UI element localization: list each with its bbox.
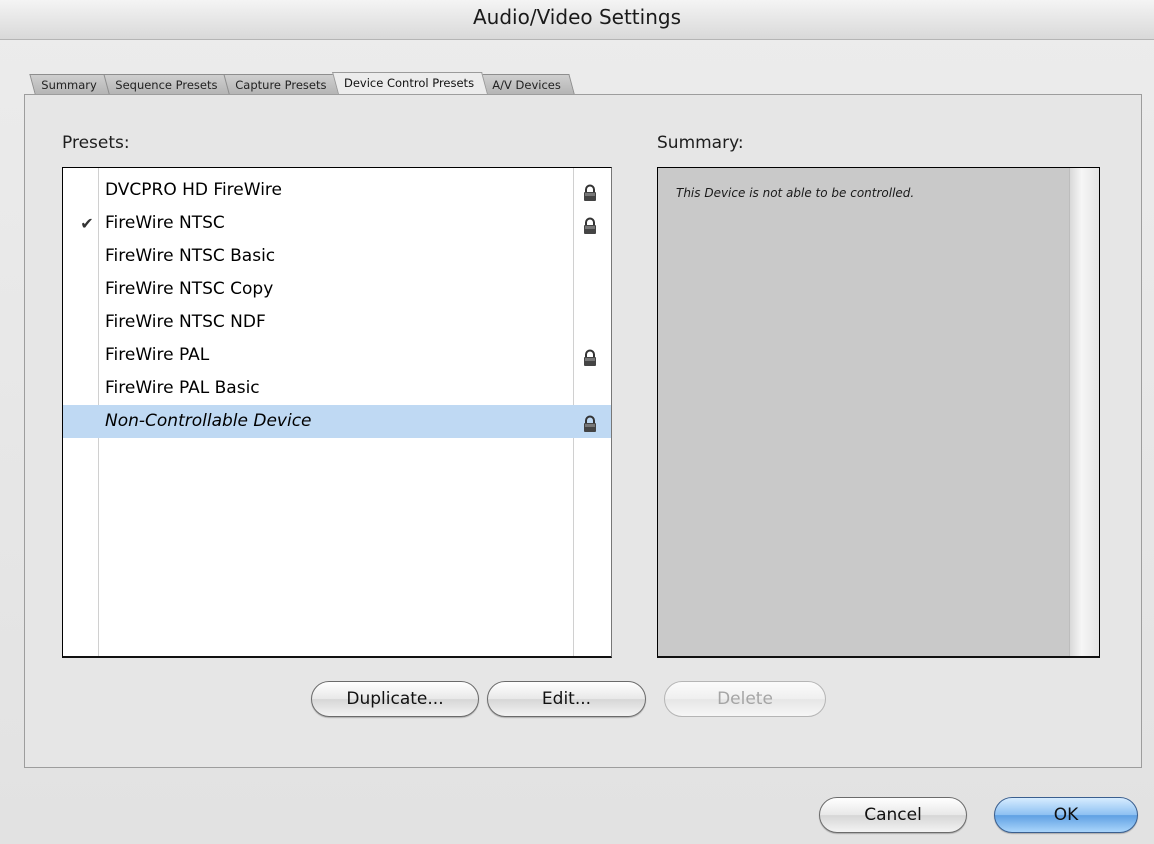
- tab-label: A/V Devices: [492, 78, 561, 92]
- summary-box: This Device is not able to be controlled…: [657, 167, 1100, 658]
- tab-summary[interactable]: Summary: [29, 74, 111, 94]
- cancel-button[interactable]: Cancel: [819, 797, 967, 833]
- preset-row[interactable]: Non-Controllable Device: [63, 405, 611, 438]
- tab-bar: Summary Sequence Presets Capture Presets De…: [29, 72, 575, 94]
- preset-row[interactable]: FireWire PAL: [63, 339, 611, 372]
- preset-row[interactable]: ✔ FireWire NTSC: [63, 207, 611, 240]
- lock-icon: [582, 214, 598, 234]
- lock-icon: [582, 181, 598, 201]
- presets-list[interactable]: DVCPRO HD FireWire ✔ FireWire NTSC FireWire…: [62, 167, 612, 658]
- summary-scrollbar[interactable]: [1069, 168, 1099, 656]
- tab-label: Sequence Presets: [114, 78, 218, 92]
- ok-button[interactable]: OK: [994, 797, 1138, 833]
- preset-name: FireWire PAL Basic: [105, 378, 260, 398]
- edit-button[interactable]: Edit...: [487, 681, 646, 717]
- tab-sequence-presets[interactable]: Sequence Presets: [102, 74, 231, 94]
- lock-icon: [582, 346, 598, 366]
- preset-name: FireWire NTSC NDF: [105, 312, 266, 332]
- preset-name: FireWire PAL: [105, 345, 210, 365]
- preset-name: DVCPRO HD FireWire: [105, 180, 282, 200]
- preset-name: FireWire NTSC Basic: [105, 246, 276, 266]
- preset-row[interactable]: FireWire NTSC Copy: [63, 273, 611, 306]
- lock-icon: [582, 412, 598, 432]
- summary-label: Summary:: [657, 133, 744, 153]
- preset-row[interactable]: DVCPRO HD FireWire: [63, 174, 611, 207]
- delete-button[interactable]: Delete: [664, 681, 826, 717]
- presets-label: Presets:: [62, 133, 130, 153]
- preset-row[interactable]: FireWire NTSC NDF: [63, 306, 611, 339]
- preset-row[interactable]: FireWire PAL Basic: [63, 372, 611, 405]
- window-title: Audio/Video Settings: [472, 5, 681, 29]
- summary-text: This Device is not able to be controlled…: [676, 186, 915, 200]
- preset-name: FireWire NTSC Copy: [105, 279, 274, 299]
- preset-name: FireWire NTSC: [105, 213, 225, 233]
- title-bar[interactable]: Audio/Video Settings: [0, 0, 1154, 40]
- preset-row[interactable]: FireWire NTSC Basic: [63, 240, 611, 273]
- checkmark-icon: ✔: [80, 214, 94, 233]
- tab-device-control-presets[interactable]: Device Control Presets: [332, 72, 489, 94]
- duplicate-button[interactable]: Duplicate...: [311, 681, 479, 717]
- preset-name: Non-Controllable Device: [105, 411, 312, 431]
- tab-capture-presets[interactable]: Capture Presets: [223, 74, 340, 94]
- tab-label: Capture Presets: [235, 78, 327, 92]
- tab-a-v-devices[interactable]: A/V Devices: [480, 74, 575, 94]
- tab-label: Device Control Presets: [344, 76, 475, 90]
- audio-video-settings-window: Audio/Video Settings Summary Sequence Pre…: [0, 0, 1154, 844]
- tab-label: Summary: [41, 78, 97, 92]
